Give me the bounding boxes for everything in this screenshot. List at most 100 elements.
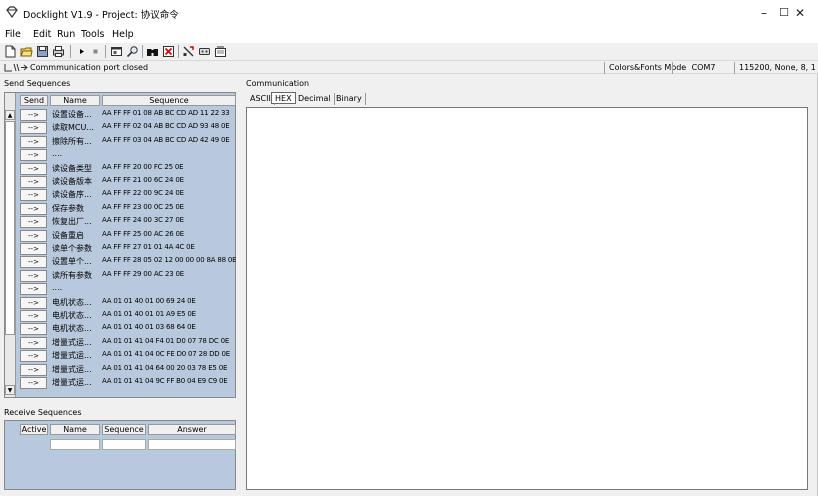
play-icon[interactable] (75, 45, 88, 58)
send-button[interactable]: --> (20, 310, 47, 322)
scroll-down-icon[interactable]: ▼ (5, 385, 15, 395)
send-sequence-row[interactable]: --> 电机状态... AA 01 01 40 01 01 A9 E5 0E (20, 309, 236, 322)
send-button[interactable]: --> (20, 336, 47, 349)
close-button[interactable]: ✕ (782, 0, 818, 26)
scroll-up-icon[interactable]: ▲ (5, 110, 15, 120)
send-button[interactable]: --> (20, 202, 47, 215)
send-button[interactable]: --> (20, 363, 47, 376)
receive-name-cell[interactable] (50, 439, 100, 450)
save-icon[interactable] (36, 45, 49, 58)
sequence-value: AA FF FF 24 00 3C 27 0E (102, 216, 184, 225)
send-sequence-row[interactable]: --> 设置设备... AA FF FF 01 08 AB BC CD AD 11 … (20, 108, 236, 121)
port-closed-icon (4, 63, 28, 72)
send-scrollbar[interactable]: ▲ ▼ (5, 93, 16, 397)
send-button[interactable]: --> (20, 269, 47, 282)
snapshot-icon[interactable] (214, 45, 227, 58)
toolbar-separator (70, 45, 71, 58)
sequence-name: 电机状态... (52, 311, 92, 320)
send-sequence-row[interactable]: --> 读设备类型 AA FF FF 20 00 FC 25 0E (20, 162, 236, 175)
menu-edit[interactable]: Edit (33, 29, 51, 40)
send-button[interactable]: --> (20, 189, 47, 202)
receive-sequence-cell[interactable] (102, 439, 146, 450)
send-sequence-row[interactable]: --> 增量式运... AA 01 01 41 04 0C FE D0 07 28 … (20, 349, 236, 363)
receive-answer-cell[interactable] (148, 439, 236, 450)
send-button[interactable]: --> (20, 122, 47, 135)
send-sequence-row[interactable]: --> 保存参数 AA FF FF 23 00 0C 25 0E (20, 202, 236, 215)
sequence-name: 保存参数 (52, 203, 84, 213)
column-header-send[interactable]: Send (20, 95, 48, 106)
open-folder-icon[interactable] (20, 45, 33, 58)
send-sequence-row[interactable]: --> 读所有参数 AA FF FF 29 00 AC 23 0E (20, 269, 236, 282)
print-icon[interactable] (52, 45, 65, 58)
sequence-value: AA FF FF 27 01 01 4A 4C 0E (102, 243, 195, 251)
sequence-name: 增量式运... (52, 337, 92, 347)
send-button[interactable]: --> (20, 109, 47, 121)
send-button[interactable]: --> (20, 350, 47, 363)
communication-window[interactable] (246, 107, 808, 490)
sequence-value: AA FF FF 25 00 AC 26 0E (102, 229, 185, 238)
clear-icon[interactable] (162, 45, 175, 58)
stop-icon[interactable] (89, 45, 102, 58)
send-button[interactable]: --> (20, 377, 47, 389)
toolbar-separator (178, 45, 179, 58)
send-sequence-row[interactable]: --> 读设备序... AA FF FF 22 00 9C 24 0E (20, 188, 236, 202)
send-sequence-row[interactable]: --> 增量式运... AA 01 01 41 04 9C FF B0 04 E9 … (20, 376, 236, 389)
send-button[interactable]: --> (20, 256, 47, 269)
send-button[interactable]: --> (20, 135, 47, 148)
sequence-name: 增量式运... (52, 351, 92, 361)
send-sequence-row[interactable]: --> 电机状态... AA 01 01 40 01 00 69 24 0E (20, 296, 236, 309)
binoculars-icon[interactable] (146, 45, 159, 58)
send-button[interactable]: --> (20, 283, 47, 296)
sequence-value: AA FF FF 22 00 9C 24 0E (102, 189, 184, 198)
column-header-active[interactable]: Active (20, 424, 48, 435)
send-sequence-row[interactable]: --> 电机状态... AA 01 01 40 01 03 68 64 0E (20, 322, 236, 336)
new-file-icon[interactable] (4, 45, 17, 58)
magnifier-icon[interactable] (126, 45, 139, 58)
send-button[interactable]: --> (20, 216, 47, 229)
send-button[interactable]: --> (20, 229, 47, 242)
tab-hex[interactable]: HEX (271, 92, 296, 104)
sequence-value: AA FF FF 20 00 FC 25 0E (102, 162, 184, 171)
column-header-sequence[interactable]: Sequence (102, 95, 236, 106)
sequence-name: 读取MCU... (52, 123, 94, 133)
send-sequence-row[interactable]: -->.... (20, 282, 236, 296)
sequence-name: .... (52, 283, 63, 293)
send-button[interactable]: --> (20, 243, 47, 255)
send-sequence-row[interactable]: --> 读取MCU... AA FF FF 02 04 AB BC CD AD 93… (20, 121, 236, 135)
send-sequence-row[interactable]: --> 恢复出厂... AA FF FF 24 00 3C 27 0E (20, 215, 236, 229)
send-button[interactable]: --> (20, 162, 47, 175)
send-sequence-row[interactable]: --> 读设备版本 AA FF FF 21 00 6C 24 0E (20, 175, 236, 188)
tab-decimal[interactable]: Decimal (295, 93, 335, 105)
sequence-value: AA 01 01 41 04 0C FE D0 07 28 DD 0E (102, 350, 230, 359)
send-button[interactable]: --> (20, 176, 47, 188)
column-header-answer[interactable]: Answer (148, 424, 236, 435)
keyboard-icon[interactable] (198, 45, 211, 58)
menu-file[interactable]: File (5, 29, 21, 40)
menu-help[interactable]: Help (112, 29, 134, 40)
menu-run[interactable]: Run (57, 29, 75, 40)
send-button[interactable]: --> (20, 296, 47, 309)
send-sequence-row[interactable]: --> 设备重启 AA FF FF 25 00 AC 26 0E (20, 229, 236, 242)
sequence-value: AA FF FF 21 00 6C 24 0E (102, 176, 184, 184)
send-sequence-row[interactable]: --> 设置单个... AA FF FF 28 05 02 12 00 00 00 … (20, 255, 236, 269)
column-header-receive-sequence[interactable]: Sequence (102, 424, 146, 435)
settings-window-icon[interactable] (110, 45, 123, 58)
send-sequence-row[interactable]: --> 读单个参数 AA FF FF 27 01 01 4A 4C 0E (20, 242, 236, 255)
title-bar[interactable]: Docklight V1.9 - Project: 协议命令 – ☐ ✕ (0, 0, 818, 26)
column-header-name[interactable]: Name (50, 95, 100, 106)
scroll-thumb[interactable] (5, 121, 15, 335)
sequence-name: 擦除所有... (52, 136, 92, 146)
app-window: Docklight V1.9 - Project: 协议命令 – ☐ ✕ Fil… (0, 0, 818, 496)
send-button[interactable]: --> (20, 323, 47, 336)
send-sequence-row[interactable]: --> 擦除所有... AA FF FF 03 04 AB BC CD AD 42 … (20, 135, 236, 148)
send-button[interactable]: --> (20, 149, 47, 162)
tab-binary[interactable]: Binary (333, 93, 366, 105)
send-sequence-row[interactable]: -->.... (20, 148, 236, 162)
toolbar-separator (105, 45, 106, 58)
options-icon[interactable] (182, 45, 195, 58)
sequence-name: 电机状态... (52, 324, 92, 334)
send-sequence-row[interactable]: --> 增量式运... AA 01 01 41 04 64 00 20 03 78 … (20, 363, 236, 376)
column-header-receive-name[interactable]: Name (50, 424, 100, 435)
send-sequence-row[interactable]: --> 增量式运... AA 01 01 41 04 F4 01 D0 07 78 … (20, 336, 236, 349)
menu-tools[interactable]: Tools (81, 29, 104, 40)
